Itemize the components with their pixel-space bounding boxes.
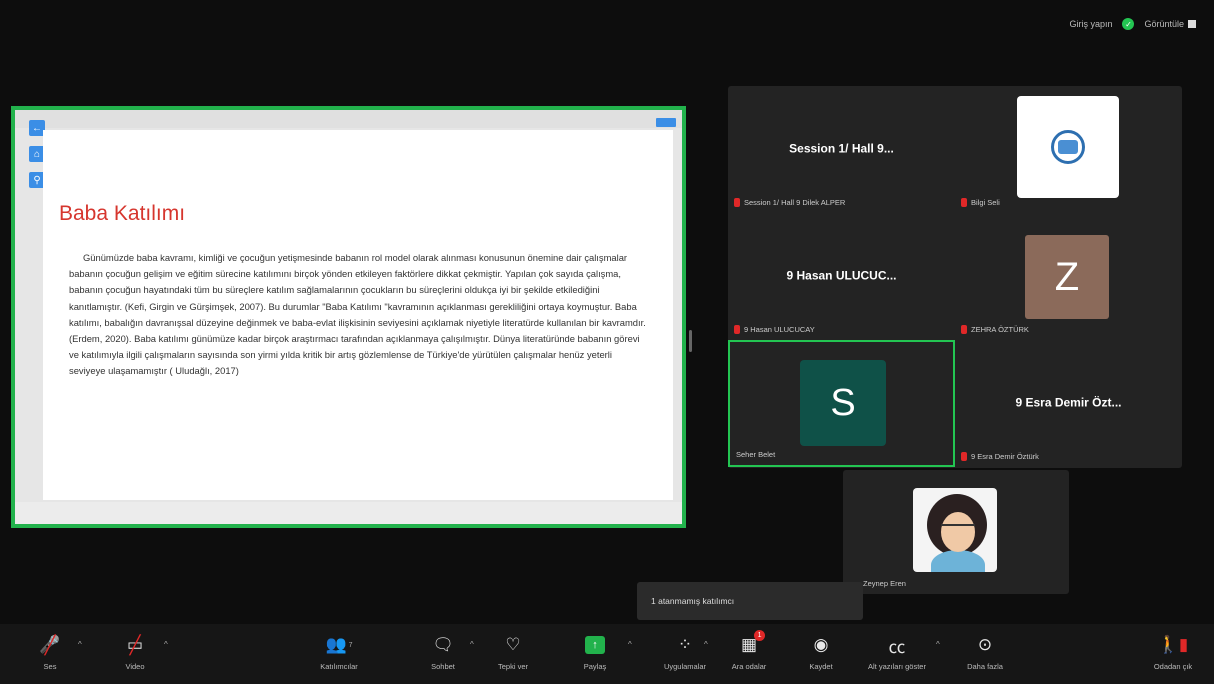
mic-muted-icon: 🎤 ╱ <box>39 634 61 655</box>
leave-room-icon: 🚶 ▮ <box>1157 635 1189 654</box>
participant-label: 9 Hasan ULUCUCAY <box>744 325 815 334</box>
more-label: Daha fazla <box>967 662 1003 671</box>
mic-muted-icon <box>734 325 740 334</box>
active-speaker-tile[interactable]: S Seher Belet <box>728 340 955 467</box>
apps-options-chevron-icon[interactable]: ^ <box>704 640 708 649</box>
participant-tile[interactable]: 9 Hasan ULUCUC... 9 Hasan ULUCUCAY <box>728 213 955 340</box>
breakout-rooms-icon: ▦ 1 <box>741 630 766 658</box>
captions-icon: ㏄ <box>888 637 906 657</box>
share-label: Paylaş <box>583 662 607 671</box>
zoom-meeting-window: Giriş yapın ✓ Görüntüle ← ⌂ ⚲ Baba Katıl… <box>0 0 1214 684</box>
shared-screen-corner-button <box>656 118 676 127</box>
mic-muted-icon <box>961 198 967 207</box>
participant-display-name: 9 Hasan ULUCUC... <box>786 268 897 283</box>
mic-muted-icon <box>961 452 967 461</box>
participants-button[interactable]: 👥 7 Katılımcılar <box>304 632 374 671</box>
video-button[interactable]: ▭ ╱ Video <box>100 632 170 672</box>
captions-options-chevron-icon[interactable]: ^ <box>936 640 940 649</box>
audio-button[interactable]: 🎤 ╱ Ses <box>15 632 85 672</box>
participants-label: Katılımcılar <box>320 662 358 671</box>
video-label: Video <box>125 662 145 671</box>
more-button[interactable]: ⊙ Daha fazla <box>950 632 1020 671</box>
avatar: S <box>800 360 886 446</box>
view-button[interactable]: Görüntüle <box>1144 19 1196 29</box>
participant-tile[interactable]: Bilgi Seli <box>955 86 1182 213</box>
logo-emblem-icon <box>1051 130 1085 164</box>
splitter-handle[interactable] <box>689 330 692 352</box>
shared-screen-bottom-strip <box>15 502 682 524</box>
participant-label: Bilgi Seli <box>971 198 1000 207</box>
security-shield-icon[interactable]: ✓ <box>1122 18 1135 30</box>
avatar-photo <box>913 488 997 572</box>
leave-label: Odadan çık <box>1153 662 1193 671</box>
avatar: Z <box>1025 235 1109 319</box>
participants-count: 7 <box>348 641 353 649</box>
participants-icon: 👥 7 <box>325 635 353 654</box>
breakout-rooms-button[interactable]: ▦ 1 Ara odalar <box>714 630 784 671</box>
top-bar: Giriş yapın ✓ Görüntüle <box>1069 18 1196 30</box>
shared-screen[interactable]: ← ⌂ ⚲ Baba Katılımı Günümüzde baba kavra… <box>11 106 686 528</box>
apps-label: Uygulamalar <box>663 662 707 671</box>
share-screen-icon: ↑ <box>585 636 605 654</box>
document-title: Baba Katılımı <box>59 202 186 225</box>
participant-tile[interactable]: Session 1/ Hall 9... Session 1/ Hall 9 D… <box>728 86 955 213</box>
share-button[interactable]: ↑ Paylaş <box>560 632 630 671</box>
record-label: Kaydet <box>809 662 833 671</box>
unassigned-participants-tooltip: 1 atanmamış katılımcı <box>637 582 863 620</box>
participant-tile[interactable]: Zeynep Eren <box>843 470 1069 594</box>
participant-label: 9 Esra Demir Öztürk <box>971 452 1039 461</box>
mic-muted-icon <box>734 198 740 207</box>
record-icon: ◉ <box>813 635 829 654</box>
participant-label: ZEHRA ÖZTÜRK <box>971 325 1029 334</box>
participant-label: Zeynep Eren <box>863 579 906 588</box>
chat-button[interactable]: 🗨 Sohbet <box>408 632 478 671</box>
audio-label: Ses <box>43 662 57 671</box>
breakout-badge: 1 <box>754 630 766 641</box>
participant-gallery: Session 1/ Hall 9... Session 1/ Hall 9 D… <box>728 86 1182 468</box>
chat-label: Sohbet <box>431 662 455 671</box>
chat-icon: 🗨 <box>432 635 454 654</box>
record-button[interactable]: ◉ Kaydet <box>786 632 856 671</box>
meeting-toolbar: 🎤 ╱ Ses ^ ▭ ╱ Video ^ 👥 7 Katılımcılar 🗨 So… <box>0 624 1214 684</box>
react-label: Tepki ver <box>497 662 528 671</box>
participant-label: Seher Belet <box>736 450 776 459</box>
participant-tile[interactable]: Z ZEHRA ÖZTÜRK <box>955 213 1182 340</box>
mic-muted-icon <box>961 325 967 334</box>
apps-button[interactable]: ⁘ Uygulamalar <box>650 632 720 671</box>
more-icon: ⊙ <box>977 635 993 654</box>
shared-screen-top-strip <box>15 110 682 128</box>
leave-button[interactable]: 🚶 ▮ Odadan çık <box>1138 632 1208 671</box>
apps-icon: ⁘ <box>677 635 693 654</box>
captions-label: Alt yazıları göster <box>868 662 926 671</box>
video-options-chevron-icon[interactable]: ^ <box>164 640 168 649</box>
heart-icon: ♡ <box>505 635 521 654</box>
tooltip-text: 1 atanmamış katılımcı <box>651 596 735 606</box>
view-label: Görüntüle <box>1144 19 1184 29</box>
participant-logo <box>1017 96 1119 198</box>
audio-options-chevron-icon[interactable]: ^ <box>78 640 82 649</box>
share-options-chevron-icon[interactable]: ^ <box>628 640 632 649</box>
breakout-label: Ara odalar <box>731 662 767 671</box>
document-body: Günümüzde baba kavramı, kimliği ve çocuğ… <box>69 252 646 377</box>
participant-tile[interactable]: 9 Esra Demir Özt... 9 Esra Demir Öztürk <box>955 340 1182 467</box>
sign-in-link[interactable]: Giriş yapın <box>1069 19 1112 29</box>
participant-label: Session 1/ Hall 9 Dilek ALPER <box>744 198 846 207</box>
participant-display-name: Session 1/ Hall 9... <box>789 141 894 156</box>
react-button[interactable]: ♡ Tepki ver <box>478 632 548 671</box>
participant-display-name: 9 Esra Demir Özt... <box>1015 395 1122 410</box>
chat-options-chevron-icon[interactable]: ^ <box>470 640 474 649</box>
captions-button[interactable]: ㏄ Alt yazıları göster <box>862 632 932 672</box>
video-off-icon: ▭ ╱ <box>126 634 144 655</box>
view-grid-icon <box>1188 20 1196 28</box>
